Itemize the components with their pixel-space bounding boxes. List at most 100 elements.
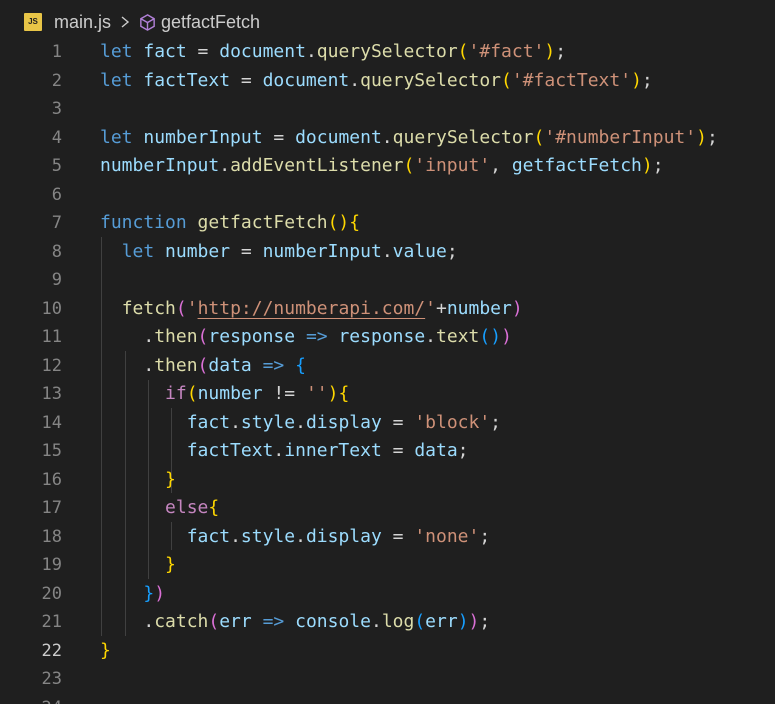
line-number: 16 xyxy=(41,469,62,490)
code-token: document xyxy=(219,41,306,62)
code-line[interactable]: 13 if(number != ''){ xyxy=(0,380,775,409)
code-token: ( xyxy=(175,297,187,319)
code-token: { xyxy=(349,212,361,233)
code-token: ( xyxy=(186,383,198,404)
code-token: let xyxy=(100,41,133,62)
line-number: 23 xyxy=(41,669,62,689)
javascript-file-icon: JS xyxy=(24,13,42,31)
code-token: () xyxy=(327,212,350,233)
code-token: response xyxy=(338,326,426,347)
code-token: . xyxy=(381,126,393,148)
code-line[interactable]: 17 else{ xyxy=(0,494,775,523)
code-line[interactable]: 5 numberInput.addEventListener('input', g… xyxy=(0,152,775,181)
code-text[interactable]: let numberInput = document.querySelector… xyxy=(100,124,718,153)
code-token: numberInput xyxy=(100,155,220,176)
code-token: number xyxy=(197,383,263,404)
code-text[interactable]: else{ xyxy=(100,494,219,523)
code-line[interactable]: 10 fetch('http://numberapi.com/'+number) xyxy=(0,295,775,324)
line-number: 6 xyxy=(51,184,62,205)
code-token: } xyxy=(143,582,155,604)
code-token: ; xyxy=(457,440,469,461)
code-text[interactable]: fact.style.display = 'none'; xyxy=(100,523,490,552)
code-line[interactable]: 8 let number = numberInput.value; xyxy=(0,238,775,267)
code-text[interactable]: fact.style.display = 'block'; xyxy=(100,409,501,438)
code-token: addEventListener xyxy=(230,155,404,176)
code-line[interactable]: 16 } xyxy=(0,466,775,495)
code-text[interactable]: } xyxy=(100,466,176,495)
code-token: document xyxy=(262,69,350,91)
code-token: fact xyxy=(186,411,231,433)
line-number: 14 xyxy=(41,412,62,433)
code-token: document xyxy=(295,126,382,148)
line-number: 8 xyxy=(51,241,62,262)
code-text[interactable]: numberInput.addEventListener('input', ge… xyxy=(100,152,664,181)
code-line[interactable]: 9 xyxy=(0,266,775,295)
code-text[interactable]: let number = numberInput.value; xyxy=(100,238,458,267)
code-token: http://numberapi.com/ xyxy=(197,297,426,319)
code-token: ; xyxy=(641,69,653,91)
code-token: fetch xyxy=(121,297,176,319)
breadcrumb-file[interactable]: main.js xyxy=(54,12,111,33)
code-token: 'input' xyxy=(414,155,491,176)
line-number: 3 xyxy=(51,99,62,119)
line-number: 11 xyxy=(41,327,62,347)
code-line[interactable]: 20 }) xyxy=(0,580,775,609)
code-text[interactable]: }) xyxy=(100,580,165,609)
breadcrumb-symbol[interactable]: getfactFetch xyxy=(161,12,260,33)
code-line[interactable]: 15 factText.innerText = data; xyxy=(0,437,775,466)
code-text[interactable]: } xyxy=(100,637,111,666)
code-token: let xyxy=(100,126,133,148)
code-line[interactable]: 3 xyxy=(0,95,775,124)
code-token: ) xyxy=(327,383,339,404)
chevron-right-icon xyxy=(121,16,130,28)
code-token: value xyxy=(392,240,447,262)
code-token: . xyxy=(425,326,437,347)
code-token: function xyxy=(100,212,187,233)
code-text[interactable]: let fact = document.querySelector('#fact… xyxy=(100,38,566,67)
code-token: numberInput xyxy=(262,240,382,262)
code-line[interactable]: 12 .then(data => { xyxy=(0,352,775,381)
code-line[interactable]: 4 let numberInput = document.querySelecto… xyxy=(0,124,775,153)
code-token: ( xyxy=(403,155,415,176)
code-line[interactable]: 21 .catch(err => console.log(err)); xyxy=(0,608,775,637)
code-token: { xyxy=(208,497,220,518)
code-token: => xyxy=(262,611,285,632)
code-token: () xyxy=(479,326,502,347)
code-line[interactable]: 6 xyxy=(0,181,775,210)
code-text[interactable]: let factText = document.querySelector('#… xyxy=(100,67,653,96)
code-token: getfactFetch xyxy=(197,212,328,233)
code-text[interactable]: .catch(err => console.log(err)); xyxy=(100,608,490,637)
code-line[interactable]: 1 let fact = document.querySelector('#fac… xyxy=(0,38,775,67)
code-line[interactable]: 7 function getfactFetch(){ xyxy=(0,209,775,238)
code-text[interactable]: function getfactFetch(){ xyxy=(100,209,360,238)
code-text[interactable]: .then(data => { xyxy=(100,352,306,381)
line-number: 21 xyxy=(41,612,62,632)
code-text[interactable]: if(number != ''){ xyxy=(100,380,349,409)
code-line[interactable]: 23 xyxy=(0,665,775,694)
code-line[interactable]: 24 xyxy=(0,694,775,704)
code-text[interactable]: factText.innerText = data; xyxy=(100,437,469,466)
code-token: number xyxy=(165,240,231,262)
code-token: if xyxy=(165,383,187,404)
code-text[interactable]: } xyxy=(100,551,176,580)
code-line[interactable]: 11 .then(response => response.text()) xyxy=(0,323,775,352)
code-token: + xyxy=(435,297,447,319)
code-line[interactable]: 2 let factText = document.querySelector('… xyxy=(0,67,775,96)
code-token: { xyxy=(295,354,306,376)
code-text[interactable]: .then(response => response.text()) xyxy=(100,323,512,352)
code-line[interactable]: 22} xyxy=(0,637,775,666)
code-text[interactable]: fetch('http://numberapi.com/'+number) xyxy=(100,295,523,324)
code-token: ) xyxy=(641,155,653,176)
line-number: 12 xyxy=(41,355,62,376)
code-line[interactable]: 14 fact.style.display = 'block'; xyxy=(0,409,775,438)
code-token: ) xyxy=(696,126,707,148)
code-token: else xyxy=(165,497,209,518)
code-line[interactable]: 18 fact.style.display = 'none'; xyxy=(0,523,775,552)
code-line[interactable]: 19 } xyxy=(0,551,775,580)
code-token: log xyxy=(381,611,415,632)
